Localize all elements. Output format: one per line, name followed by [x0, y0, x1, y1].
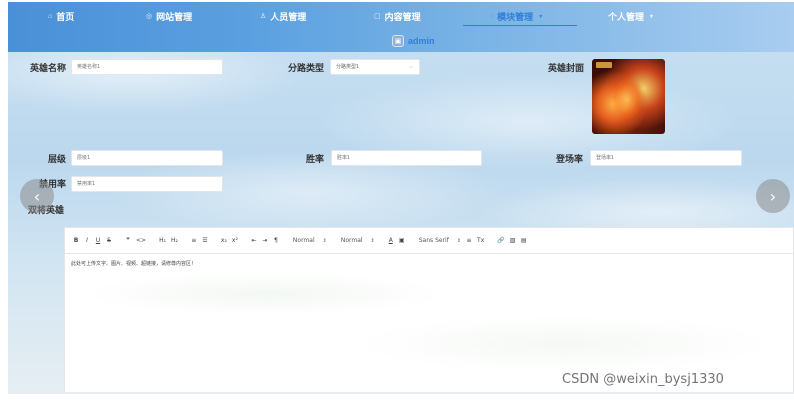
lane-type-label: 分路类型 — [287, 63, 324, 73]
hero-cover-image[interactable] — [592, 59, 665, 134]
updown-icon: ⇕ — [322, 237, 327, 244]
code-block-button[interactable]: <> — [134, 234, 148, 248]
prev-arrow-button[interactable]: ‹ — [20, 179, 54, 213]
home-icon: ⌂ — [48, 12, 53, 20]
video-icon[interactable]: ▤ — [519, 234, 529, 248]
chevron-down-icon: ⌵ — [409, 64, 413, 70]
avatar-icon: ▣ — [392, 35, 404, 47]
text-direction-button[interactable]: ¶ — [271, 234, 281, 248]
user-menu[interactable]: ▣ admin — [392, 33, 435, 49]
hero-name-label: 英雄名称 — [29, 63, 66, 73]
nav-item-label: 模块管理 — [497, 11, 534, 22]
hero-cover-label: 英雄封面 — [547, 63, 584, 73]
next-arrow-button[interactable]: › — [756, 179, 790, 213]
link-icon[interactable]: 🔗 — [495, 234, 506, 248]
ban-rate-input[interactable] — [71, 176, 223, 192]
globe-icon: ◎ — [146, 13, 153, 20]
nav-item-label: 内容管理 — [384, 11, 421, 22]
clean-format-button[interactable]: Tx — [475, 234, 486, 248]
lane-type-value: 分路类型1 — [336, 64, 360, 70]
active-tab-underline — [463, 25, 577, 26]
nav-item-module-management[interactable]: ◌ 模块管理 ▾ — [489, 8, 542, 24]
top-nav: ⌂ 首页 ◎ 网站管理 ♙ 人员管理 ▢ 内容管理 ◌ 模块管理 ▾ 个人管理 … — [8, 2, 794, 52]
cover-logo — [596, 62, 612, 68]
font-select-value: Sans Serif — [418, 237, 449, 244]
win-rate-input[interactable] — [331, 150, 482, 166]
nav-item-site-management[interactable]: ◎ 网站管理 — [146, 8, 192, 24]
header-1-button[interactable]: H₁ — [157, 234, 168, 248]
win-rate-label: 胜率 — [305, 154, 324, 164]
editor-toolbar: B I U S ❞ <> H₁ H₂ ≡ ☰ x₂ x² ⇤ ⇥ ¶ Norma… — [65, 228, 793, 254]
chevron-down-icon: ▾ — [650, 13, 654, 20]
indent-button[interactable]: ⇥ — [260, 234, 270, 248]
chevron-down-icon: ▾ — [539, 13, 543, 20]
ordered-list-button[interactable]: ≡ — [189, 234, 199, 248]
header-select[interactable]: Normal ⇕ — [338, 234, 378, 248]
username: admin — [408, 36, 435, 46]
updown-icon: ⇕ — [370, 237, 375, 244]
superscript-button[interactable]: x² — [230, 234, 240, 248]
pick-rate-label: 登场率 — [555, 154, 583, 164]
nav-item-label: 首页 — [56, 11, 75, 22]
hero-name-input[interactable] — [71, 59, 223, 75]
bold-button[interactable]: B — [71, 234, 81, 248]
nav-item-label: 人员管理 — [270, 11, 307, 22]
nav-item-content-management[interactable]: ▢ 内容管理 — [374, 8, 421, 24]
tier-label: 层级 — [47, 154, 66, 164]
size-select-value: Normal — [292, 237, 315, 244]
pick-rate-input[interactable] — [590, 150, 742, 166]
strike-button[interactable]: S — [104, 234, 114, 248]
image-icon[interactable]: ▧ — [508, 234, 518, 248]
rich-text-editor: B I U S ❞ <> H₁ H₂ ≡ ☰ x₂ x² ⇤ ⇥ ¶ Norma… — [64, 227, 794, 392]
module-icon: ◌ — [489, 12, 494, 20]
nav-item-personal-management[interactable]: 个人管理 ▾ — [608, 8, 653, 24]
background-color-button[interactable]: ▣ — [397, 234, 407, 248]
nav-item-home[interactable]: ⌂ 首页 — [48, 8, 74, 24]
chevron-left-icon: ‹ — [33, 186, 41, 206]
bullet-list-button[interactable]: ☰ — [200, 234, 210, 248]
font-select[interactable]: Sans Serif ⇕ — [416, 234, 464, 248]
page-frame: ⌂ 首页 ◎ 网站管理 ♙ 人员管理 ▢ 内容管理 ◌ 模块管理 ▾ 个人管理 … — [8, 2, 794, 394]
editor-text: 此处可上传文字、图片、视频、超链接，请修尊内容区！ — [71, 261, 197, 267]
watermark-text: CSDN @weixin_bysj1330 — [562, 372, 724, 387]
user-icon: ♙ — [260, 13, 267, 20]
align-button[interactable]: ≡ — [464, 234, 474, 248]
underline-button[interactable]: U — [93, 234, 103, 248]
document-icon: ▢ — [374, 13, 381, 20]
chevron-right-icon: › — [769, 186, 777, 206]
header-select-value: Normal — [340, 237, 363, 244]
font-color-button[interactable]: A — [386, 234, 396, 248]
updown-icon: ⇕ — [456, 237, 462, 244]
tier-input[interactable] — [71, 150, 223, 166]
cover-artwork — [612, 79, 642, 119]
blockquote-button[interactable]: ❞ — [123, 234, 133, 248]
header-2-button[interactable]: H₂ — [169, 234, 180, 248]
subscript-button[interactable]: x₂ — [219, 234, 229, 248]
lane-type-select[interactable]: 分路类型1 ⌵ — [330, 59, 420, 75]
nav-item-label: 网站管理 — [156, 11, 193, 22]
size-select[interactable]: Normal ⇕ — [290, 234, 330, 248]
nav-item-label: 个人管理 — [608, 11, 645, 22]
italic-button[interactable]: I — [82, 234, 92, 248]
nav-item-personnel-management[interactable]: ♙ 人员管理 — [260, 8, 306, 24]
outdent-button[interactable]: ⇤ — [249, 234, 259, 248]
